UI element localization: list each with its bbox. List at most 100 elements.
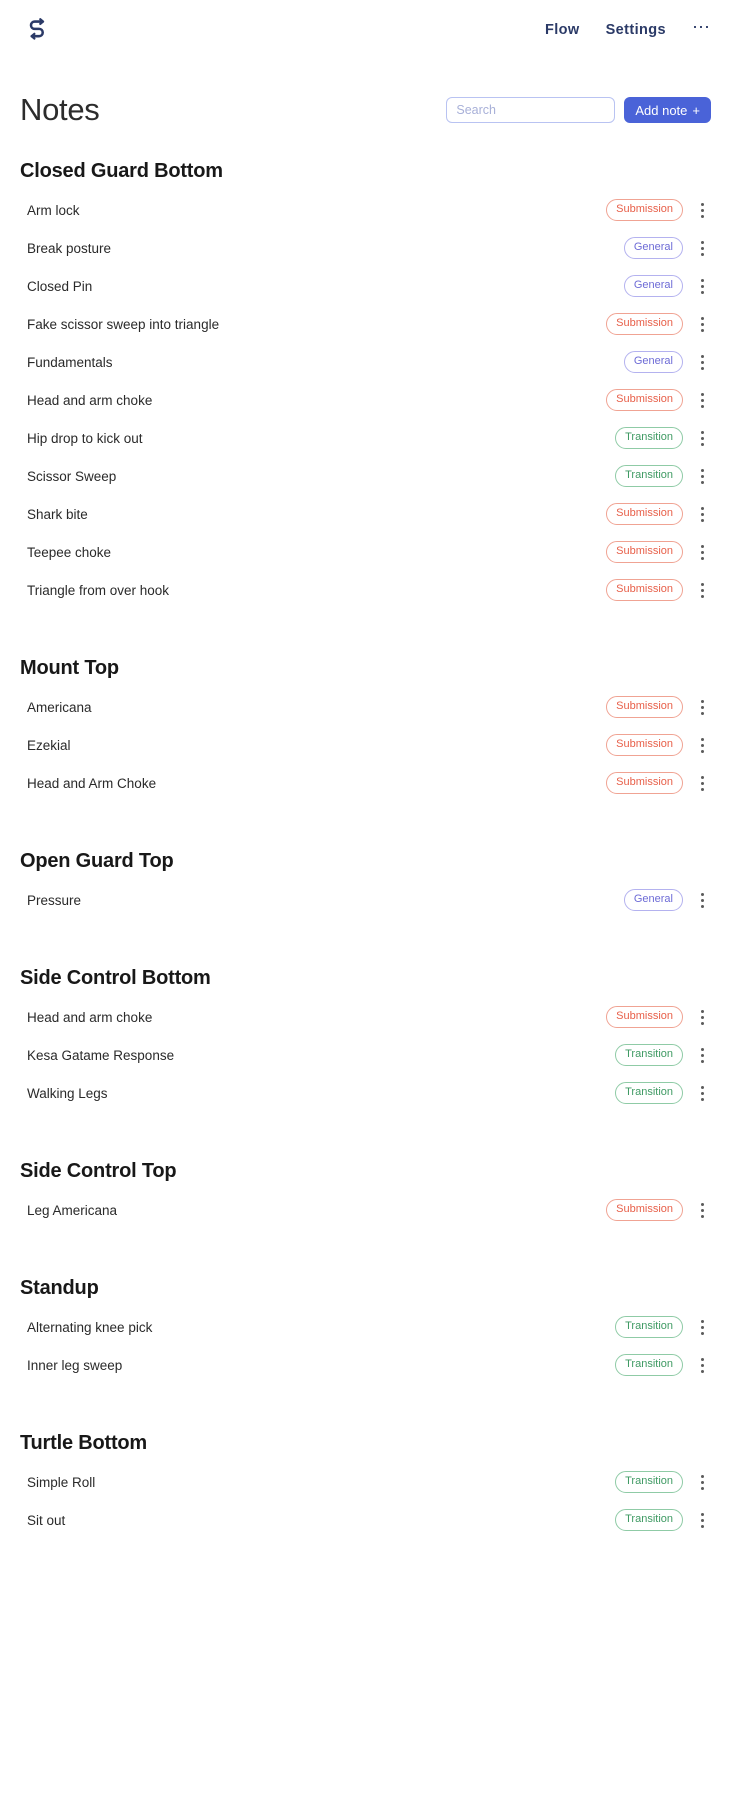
note-row[interactable]: Closed Pin General [20, 267, 711, 305]
note-tag-badge: Submission [606, 1199, 683, 1221]
note-row[interactable]: Americana Submission [20, 688, 711, 726]
note-section: Side Control Bottom Head and arm choke Sub… [20, 967, 711, 1134]
note-row[interactable]: Alternating knee pick Transition [20, 1308, 711, 1346]
kebab-menu-icon[interactable] [693, 1316, 711, 1338]
note-tag-badge: Transition [615, 1354, 683, 1376]
kebab-menu-icon[interactable] [693, 427, 711, 449]
note-section: Closed Guard Bottom Arm lock Submission Bre… [20, 160, 711, 631]
note-row[interactable]: Fake scissor sweep into triangle Submissi… [20, 305, 711, 343]
kebab-menu-icon[interactable] [693, 465, 711, 487]
section-title: Standup [20, 1277, 99, 1299]
note-row[interactable]: Pressure General [20, 881, 711, 919]
note-tag-badge: Transition [615, 1044, 683, 1066]
section-title: Closed Guard Bottom [20, 160, 223, 182]
notes-sections: Closed Guard Bottom Arm lock Submission Bre… [0, 160, 737, 1601]
page-title: Notes [20, 92, 100, 127]
note-tag-badge: Submission [606, 696, 683, 718]
note-name: Scissor Sweep [27, 468, 117, 484]
kebab-menu-icon[interactable] [693, 275, 711, 297]
kebab-menu-icon[interactable] [693, 696, 711, 718]
kebab-menu-icon[interactable] [693, 1471, 711, 1493]
notes-page: Flow Settings ⋯ Notes Add note + Closed … [0, 0, 737, 1797]
nav-link-settings[interactable]: Settings [606, 22, 666, 38]
flow-snake-logo-icon[interactable] [20, 13, 54, 47]
kebab-menu-icon[interactable] [693, 1354, 711, 1376]
kebab-menu-icon[interactable] [693, 772, 711, 794]
kebab-menu-icon[interactable] [693, 1509, 711, 1531]
note-tag-badge: Transition [615, 1082, 683, 1104]
nav-link-flow[interactable]: Flow [545, 22, 580, 38]
section-title: Side Control Top [20, 1160, 177, 1182]
kebab-menu-icon[interactable] [693, 541, 711, 563]
note-name: Closed Pin [27, 278, 93, 294]
note-tag-badge: Transition [615, 465, 683, 487]
kebab-menu-icon[interactable] [693, 1006, 711, 1028]
kebab-menu-icon[interactable] [693, 199, 711, 221]
note-name: Break posture [27, 240, 112, 256]
note-row[interactable]: Scissor Sweep Transition [20, 457, 711, 495]
note-row[interactable]: Walking Legs Transition [20, 1074, 711, 1112]
note-tag-badge: General [623, 237, 683, 259]
kebab-menu-icon[interactable] [693, 389, 711, 411]
note-row[interactable]: Shark bite Submission [20, 495, 711, 533]
note-tag-badge: General [623, 351, 683, 373]
note-tag-badge: Submission [606, 503, 683, 525]
kebab-menu-icon[interactable] [693, 579, 711, 601]
kebab-menu-icon[interactable] [693, 313, 711, 335]
note-name: Head and Arm Choke [27, 775, 157, 791]
note-tag-badge: Transition [615, 1471, 683, 1493]
note-name: Triangle from over hook [27, 582, 170, 598]
note-name: Americana [27, 699, 92, 715]
section-title: Turtle Bottom [20, 1432, 148, 1454]
note-row[interactable]: Head and Arm Choke Submission [20, 764, 711, 802]
note-row[interactable]: Head and arm choke Submission [20, 998, 711, 1036]
kebab-menu-icon[interactable] [693, 237, 711, 259]
note-row[interactable]: Hip drop to kick out Transition [20, 419, 711, 457]
note-row[interactable]: Teepee choke Submission [20, 533, 711, 571]
note-row[interactable]: Leg Americana Submission [20, 1191, 711, 1229]
search-input[interactable] [446, 97, 616, 123]
note-tag-badge: Transition [615, 427, 683, 449]
note-name: Alternating knee pick [27, 1319, 153, 1335]
section-title: Side Control Bottom [20, 967, 211, 989]
note-tag-badge: Submission [606, 389, 683, 411]
note-row[interactable]: Head and arm choke Submission [20, 381, 711, 419]
note-name: Head and arm choke [27, 392, 153, 408]
note-name: Sit out [27, 1512, 66, 1528]
nav-overflow-icon[interactable]: ⋯ [692, 18, 711, 42]
note-section: Mount Top Americana Submission Ezekial Submi… [20, 657, 711, 824]
kebab-menu-icon[interactable] [693, 503, 711, 525]
note-row[interactable]: Break posture General [20, 229, 711, 267]
kebab-menu-icon[interactable] [693, 1082, 711, 1104]
kebab-menu-icon[interactable] [693, 1044, 711, 1066]
note-tag-badge: General [623, 889, 683, 911]
note-row[interactable]: Sit out Transition [20, 1501, 711, 1539]
kebab-menu-icon[interactable] [693, 889, 711, 911]
kebab-menu-icon[interactable] [693, 351, 711, 373]
note-name: Head and arm choke [27, 1009, 153, 1025]
note-row[interactable]: Inner leg sweep Transition [20, 1346, 711, 1384]
note-section: Turtle Bottom Simple Roll Transition Sit ou… [20, 1432, 711, 1561]
note-name: Walking Legs [27, 1085, 108, 1101]
kebab-menu-icon[interactable] [693, 1199, 711, 1221]
note-tag-badge: Submission [606, 199, 683, 221]
kebab-menu-icon[interactable] [693, 734, 711, 756]
note-tag-badge: Submission [606, 579, 683, 601]
note-row[interactable]: Fundamentals General [20, 343, 711, 381]
note-section: Side Control Top Leg Americana Submission [20, 1160, 711, 1251]
note-row[interactable]: Triangle from over hook Submission [20, 571, 711, 609]
note-row[interactable]: Simple Roll Transition [20, 1463, 711, 1501]
add-note-button[interactable]: Add note + [624, 97, 711, 123]
note-row[interactable]: Ezekial Submission [20, 726, 711, 764]
note-row[interactable]: Arm lock Submission [20, 191, 711, 229]
header-actions: Add note + [446, 97, 711, 123]
note-row[interactable]: Kesa Gatame Response Transition [20, 1036, 711, 1074]
note-name: Inner leg sweep [27, 1357, 123, 1373]
note-tag-badge: Submission [606, 541, 683, 563]
note-name: Simple Roll [27, 1474, 96, 1490]
